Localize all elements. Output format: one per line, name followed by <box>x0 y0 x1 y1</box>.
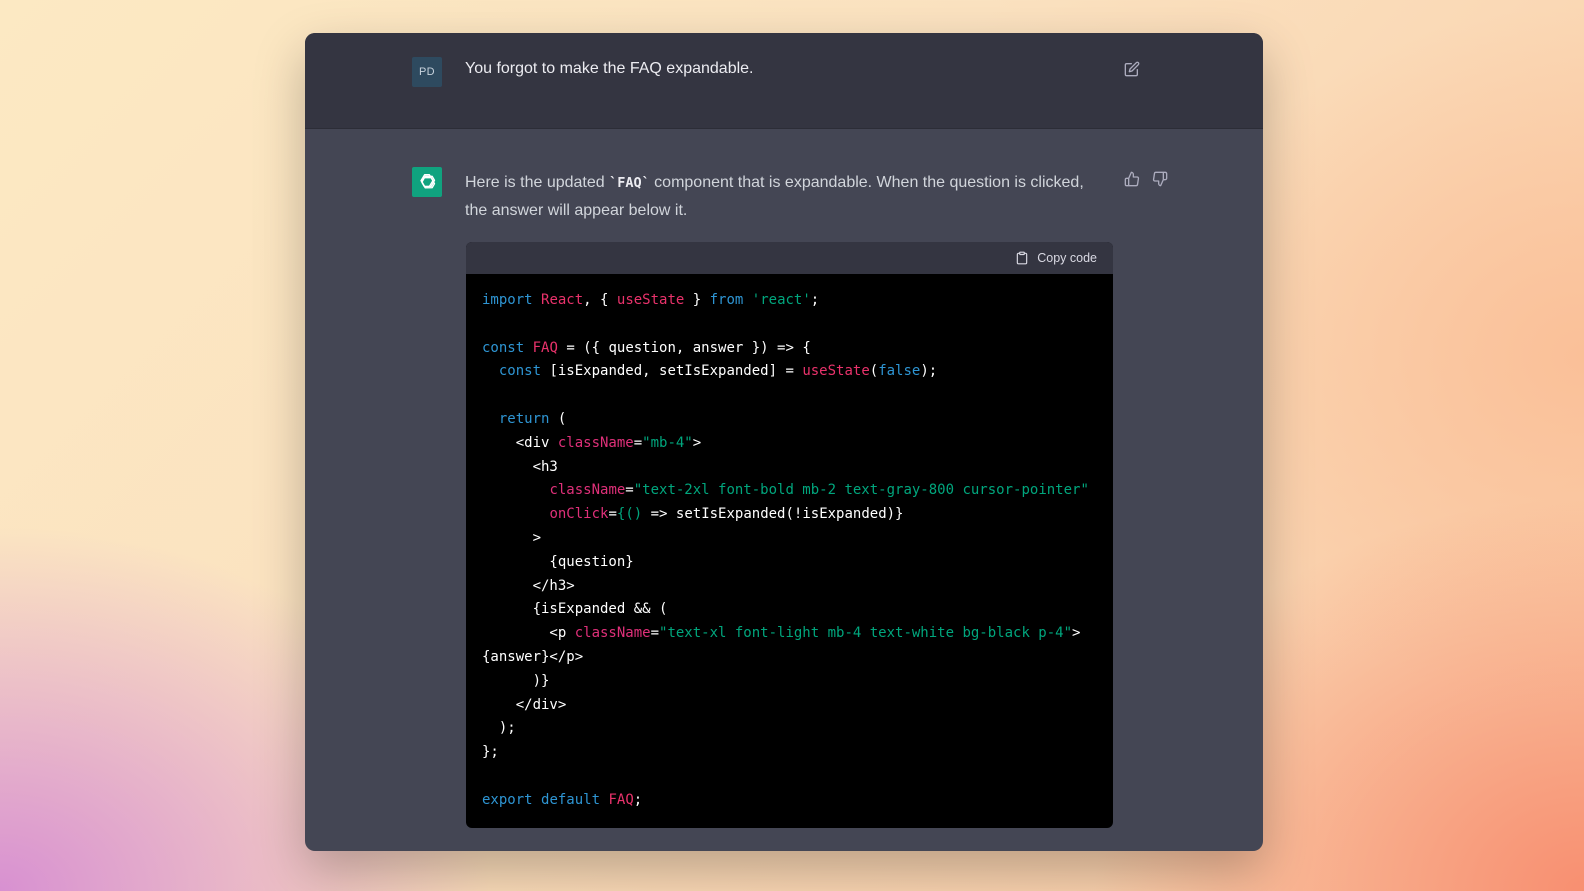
assistant-avatar <box>412 167 442 197</box>
user-message-row: PD You forgot to make the FAQ expandable… <box>305 33 1263 129</box>
user-message-text: You forgot to make the FAQ expandable. <box>465 60 754 77</box>
user-avatar: PD <box>412 57 442 87</box>
code-block-header: Copy code <box>466 242 1113 274</box>
copy-code-button[interactable]: Copy code <box>1015 249 1097 267</box>
edit-icon[interactable] <box>1124 61 1140 77</box>
openai-logo-icon <box>420 173 436 189</box>
thumbs-up-icon[interactable] <box>1124 171 1140 187</box>
copy-code-label: Copy code <box>1037 251 1097 265</box>
chat-window: PD You forgot to make the FAQ expandable… <box>305 33 1263 851</box>
assistant-message-text: Here is the updated `FAQ` component that… <box>465 169 1105 225</box>
thumbs-down-icon[interactable] <box>1152 171 1168 187</box>
code-content[interactable]: import React, { useState } from 'react';… <box>466 274 1113 813</box>
inline-code: `FAQ` <box>609 175 650 191</box>
code-block: Copy code import React, { useState } fro… <box>466 242 1113 828</box>
assistant-text-before: Here is the updated <box>465 174 610 191</box>
clipboard-icon <box>1016 251 1028 265</box>
